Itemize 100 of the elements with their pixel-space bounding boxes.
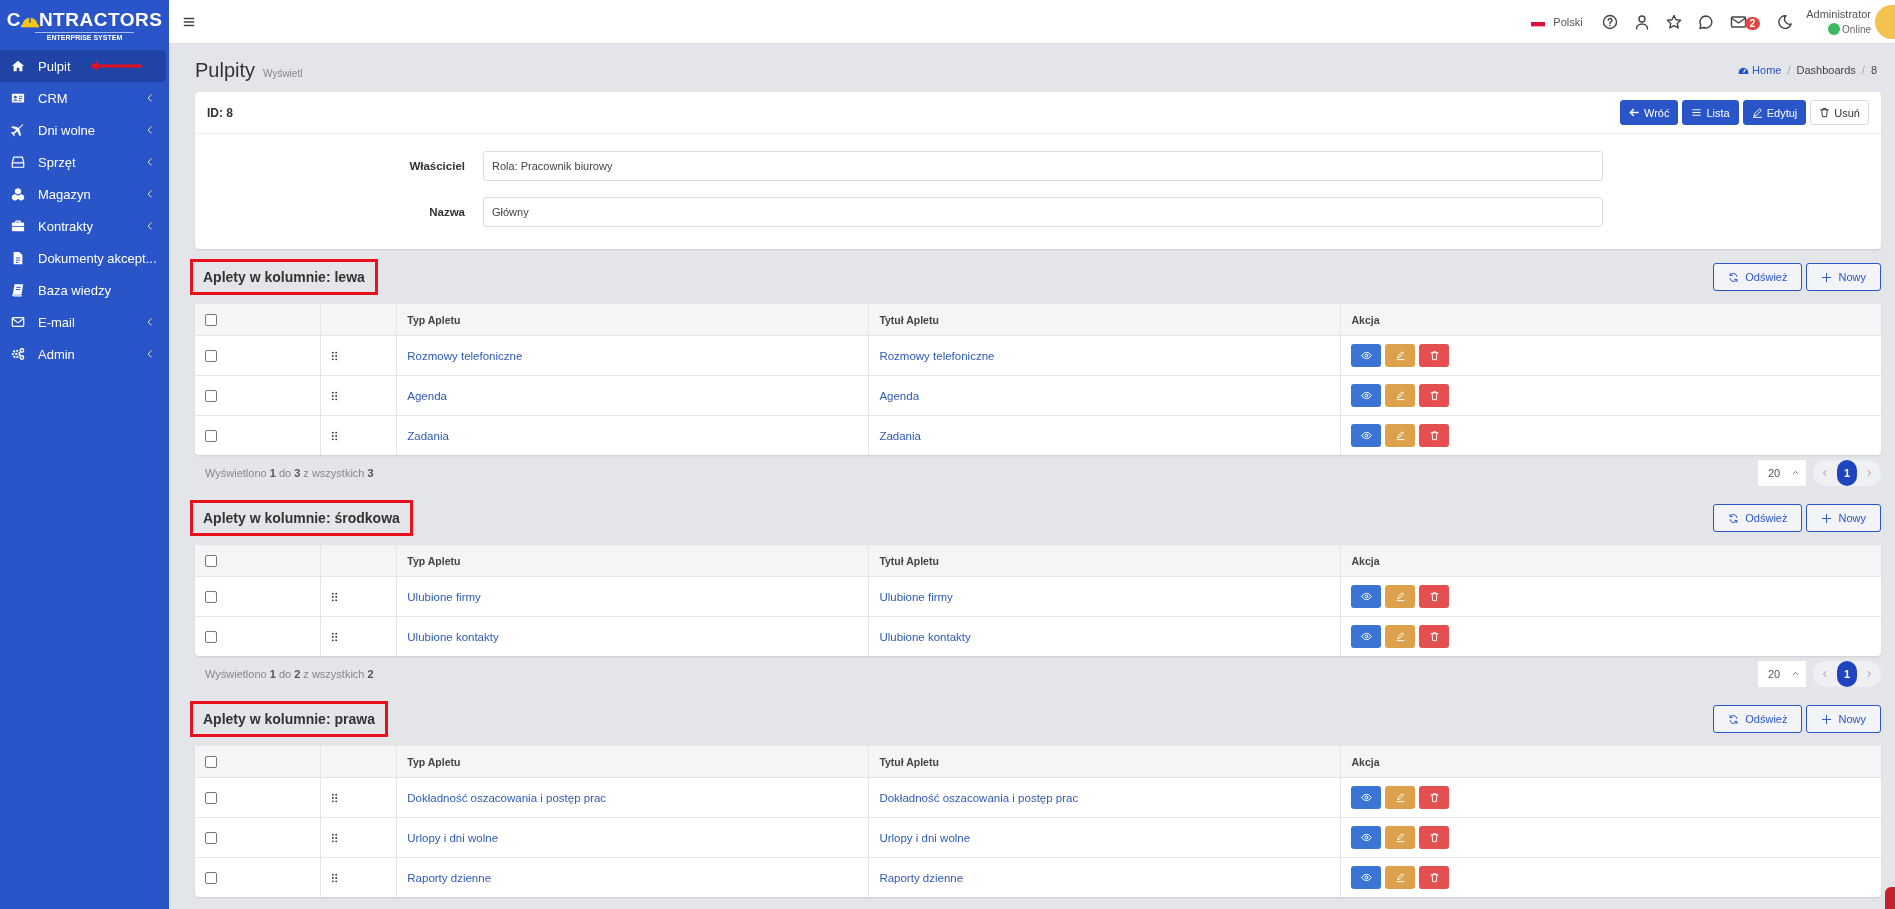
logo-text: NTRACTORS xyxy=(38,9,163,31)
applet-title-link[interactable]: Raporty dzienne xyxy=(879,871,964,884)
user-icon xyxy=(1633,13,1650,30)
new-button[interactable]: Nowy xyxy=(1806,263,1881,291)
edit-button[interactable] xyxy=(1385,424,1416,447)
eye-icon xyxy=(1360,792,1372,803)
sidebar-item[interactable]: Admin xyxy=(0,338,169,370)
edit-button[interactable] xyxy=(1385,625,1416,648)
edit-button[interactable] xyxy=(1385,585,1416,608)
view-button[interactable] xyxy=(1351,384,1382,407)
refresh-button[interactable]: Odśwież xyxy=(1713,263,1803,291)
edit-button[interactable] xyxy=(1385,826,1416,849)
edit-button[interactable] xyxy=(1385,344,1416,367)
back-button[interactable]: Wróć xyxy=(1620,100,1679,125)
sidebar-item[interactable]: Pulpit xyxy=(0,50,166,82)
new-button[interactable]: Nowy xyxy=(1806,705,1881,733)
list-button[interactable]: Lista xyxy=(1682,100,1739,125)
sidebar-item[interactable]: Kontrakty xyxy=(0,210,169,242)
row-checkbox[interactable] xyxy=(205,871,217,884)
edit-button[interactable] xyxy=(1385,786,1416,809)
view-button[interactable] xyxy=(1351,424,1382,447)
plane-icon xyxy=(11,123,25,137)
sidebar-item[interactable]: CRM xyxy=(0,82,169,114)
view-button[interactable] xyxy=(1351,625,1382,648)
field-label: Właściciel xyxy=(408,160,465,172)
applet-type-link[interactable]: Dokładność oszacowania i postęp prac xyxy=(407,791,607,804)
applet-title-link[interactable]: Ulubione kontakty xyxy=(879,630,971,643)
view-button[interactable] xyxy=(1351,344,1382,367)
delete-button[interactable] xyxy=(1419,585,1450,608)
pencil-icon xyxy=(1394,430,1406,441)
view-button[interactable] xyxy=(1351,786,1382,809)
row-checkbox[interactable] xyxy=(205,831,217,844)
column-header: Akcja xyxy=(1351,755,1380,768)
column-header: Typ Apletu xyxy=(407,554,461,567)
pencil-icon xyxy=(1394,631,1406,642)
delete-button[interactable] xyxy=(1419,344,1450,367)
select-all-checkbox[interactable] xyxy=(205,755,217,768)
sidebar-item[interactable]: Dokumenty akcept... xyxy=(0,242,169,274)
view-button[interactable] xyxy=(1351,826,1382,849)
applet-type-link[interactable]: Ulubione kontakty xyxy=(407,630,499,643)
refresh-button[interactable]: Odśwież xyxy=(1713,705,1803,733)
applet-title-link[interactable]: Dokładność oszacowania i postęp prac xyxy=(879,791,1079,804)
delete-button[interactable] xyxy=(1419,786,1450,809)
refresh-button[interactable]: Odśwież xyxy=(1713,504,1803,532)
delete-button[interactable] xyxy=(1419,625,1450,648)
home-icon xyxy=(11,59,25,73)
sidebar-item[interactable]: Baza wiedzy xyxy=(0,274,169,306)
delete-button[interactable] xyxy=(1419,424,1450,447)
row-checkbox[interactable] xyxy=(205,349,217,362)
row-checkbox[interactable] xyxy=(205,389,217,402)
list-icon xyxy=(1691,107,1703,118)
text-field[interactable]: Główny xyxy=(483,197,1603,227)
drag-handle-icon xyxy=(331,390,339,401)
column-header: Typ Apletu xyxy=(407,313,461,326)
applet-title-link[interactable]: Agenda xyxy=(879,389,920,402)
text-field[interactable]: Rola: Pracownik biurowy xyxy=(483,151,1603,181)
page-size-select[interactable]: 20 xyxy=(1758,660,1806,687)
view-button[interactable] xyxy=(1351,585,1382,608)
applet-title-link[interactable]: Zadania xyxy=(879,429,921,442)
language-selector[interactable]: Polski xyxy=(1531,15,1583,28)
applet-type-link[interactable]: Zadania xyxy=(407,429,449,442)
row-checkbox[interactable] xyxy=(205,429,217,442)
select-all-checkbox[interactable] xyxy=(205,313,217,326)
page-button[interactable]: 1 xyxy=(1837,459,1857,486)
applet-type-link[interactable]: Rozmowy telefoniczne xyxy=(407,349,523,362)
select-all-checkbox[interactable] xyxy=(205,554,217,567)
trash-icon xyxy=(1428,631,1440,642)
mail-icon xyxy=(1729,13,1747,30)
sidebar-item[interactable]: Sprzęt xyxy=(0,146,169,178)
applet-type-link[interactable]: Ulubione firmy xyxy=(407,590,481,603)
page-size-select[interactable]: 20 xyxy=(1758,459,1806,486)
applet-title-link[interactable]: Rozmowy telefoniczne xyxy=(879,349,995,362)
delete-button[interactable] xyxy=(1419,384,1450,407)
row-checkbox[interactable] xyxy=(205,791,217,804)
delete-button[interactable] xyxy=(1419,826,1450,849)
applet-type-link[interactable]: Urlopy i dni wolne xyxy=(407,831,499,844)
delete-button[interactable]: Usuń xyxy=(1810,100,1869,125)
drag-handle-icon xyxy=(331,350,339,361)
new-button[interactable]: Nowy xyxy=(1806,504,1881,532)
applet-type-link[interactable]: Agenda xyxy=(407,389,447,402)
mail-button[interactable]: 2 xyxy=(1726,10,1765,33)
help-float-button[interactable] xyxy=(1885,887,1895,909)
applet-title-link[interactable]: Ulubione firmy xyxy=(879,590,953,603)
sidebar-item[interactable]: Dni wolne xyxy=(0,114,169,146)
edit-button[interactable]: Edytuj xyxy=(1742,100,1807,125)
page-button[interactable]: 1 xyxy=(1837,660,1857,687)
applet-title-link[interactable]: Urlopy i dni wolne xyxy=(879,831,971,844)
view-button[interactable] xyxy=(1351,866,1382,889)
pencil-icon xyxy=(1394,350,1406,361)
applet-type-link[interactable]: Raporty dzienne xyxy=(407,871,492,884)
sidebar-item[interactable]: Magazyn xyxy=(0,178,169,210)
edit-button[interactable] xyxy=(1385,866,1416,889)
sidebar-item[interactable]: E-mail xyxy=(0,306,169,338)
trash-icon xyxy=(1428,872,1440,883)
edit-button[interactable] xyxy=(1385,384,1416,407)
row-checkbox[interactable] xyxy=(205,630,217,643)
breadcrumb-link[interactable]: Home xyxy=(1738,64,1782,76)
row-checkbox[interactable] xyxy=(205,590,217,603)
breadcrumb-link[interactable]: Dashboards xyxy=(1796,64,1856,76)
delete-button[interactable] xyxy=(1419,866,1450,889)
